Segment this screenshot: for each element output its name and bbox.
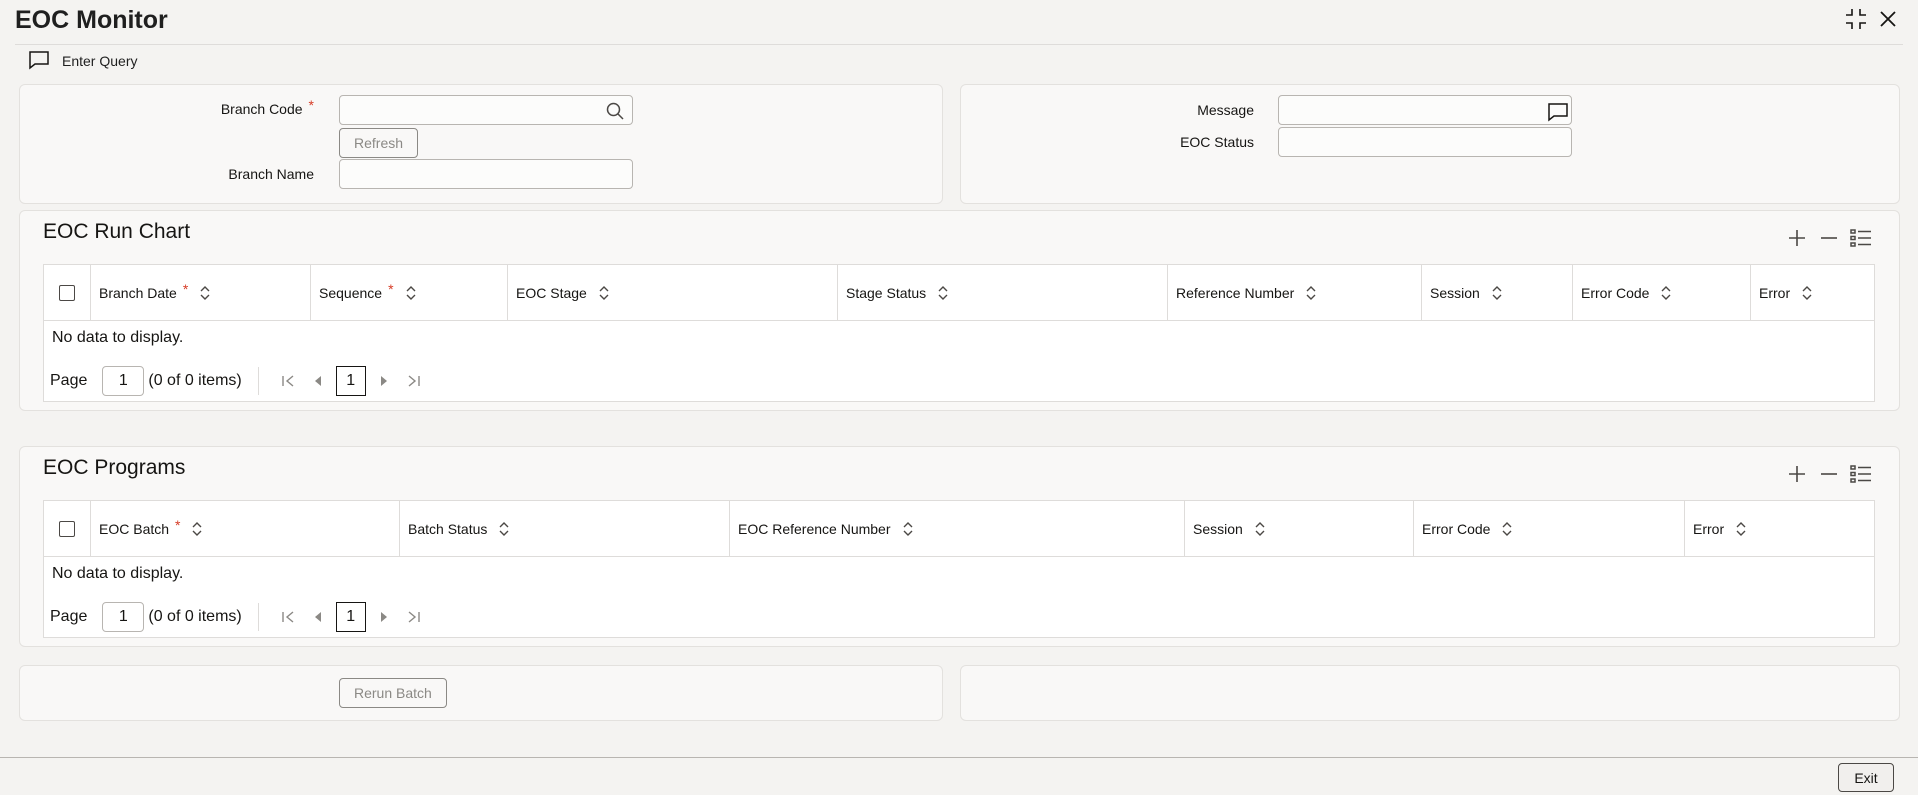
delete-row-icon[interactable] bbox=[1817, 226, 1841, 250]
sort-icon[interactable] bbox=[1492, 285, 1502, 301]
message-icon[interactable] bbox=[1547, 102, 1568, 122]
exit-button[interactable]: Exit bbox=[1838, 763, 1894, 792]
run-chart-title: EOC Run Chart bbox=[43, 220, 191, 243]
select-all-checkbox[interactable] bbox=[59, 520, 75, 537]
enter-query-label: Enter Query bbox=[62, 53, 138, 69]
search-icon[interactable] bbox=[606, 102, 624, 120]
branch-code-label: Branch Code * bbox=[220, 97, 314, 117]
next-page-icon[interactable] bbox=[372, 369, 396, 393]
first-page-icon[interactable] bbox=[276, 605, 300, 629]
run-chart-header-row: Branch Date * Sequence * EOC Stage Stage S… bbox=[44, 265, 1874, 321]
run-chart-actions bbox=[1785, 226, 1873, 250]
branch-name-field[interactable] bbox=[339, 159, 633, 189]
sort-icon[interactable] bbox=[903, 521, 913, 537]
programs-table: EOC Batch * Batch Status EOC Reference Nu… bbox=[43, 500, 1875, 638]
empty-message: No data to display. bbox=[52, 329, 184, 346]
sort-icon[interactable] bbox=[200, 285, 210, 301]
last-page-icon[interactable] bbox=[402, 605, 426, 629]
required-indicator: * bbox=[308, 97, 314, 113]
eoc-status-label: EOC Status bbox=[1180, 134, 1254, 150]
column-header-branch-date[interactable]: Branch Date * bbox=[90, 265, 310, 320]
last-page-icon[interactable] bbox=[402, 369, 426, 393]
current-page[interactable]: 1 bbox=[335, 366, 366, 396]
add-row-icon[interactable] bbox=[1785, 462, 1809, 486]
sort-icon[interactable] bbox=[406, 285, 416, 301]
programs-header-row: EOC Batch * Batch Status EOC Reference Nu… bbox=[44, 501, 1874, 557]
refresh-button[interactable]: Refresh bbox=[339, 128, 419, 158]
empty-message: No data to display. bbox=[52, 565, 184, 582]
column-header-session[interactable]: Session bbox=[1184, 501, 1413, 556]
sort-icon[interactable] bbox=[499, 521, 509, 537]
delete-row-icon[interactable] bbox=[1817, 462, 1841, 486]
rerun-panel bbox=[19, 665, 943, 721]
column-header-error[interactable]: Error bbox=[1684, 501, 1874, 556]
branch-name-input[interactable] bbox=[340, 160, 632, 188]
list-view-icon[interactable] bbox=[1849, 462, 1873, 486]
add-row-icon[interactable] bbox=[1785, 226, 1809, 250]
page-number-input[interactable]: 1 bbox=[102, 602, 145, 632]
column-header-eoc-stage[interactable]: EOC Stage bbox=[507, 265, 837, 320]
column-header-error-code[interactable]: Error Code bbox=[1413, 501, 1684, 556]
column-header-stage-status[interactable]: Stage Status bbox=[837, 265, 1167, 320]
message-input[interactable] bbox=[1279, 96, 1571, 124]
rerun-batch-button[interactable]: Rerun Batch bbox=[339, 678, 447, 708]
programs-title: EOC Programs bbox=[43, 456, 186, 479]
item-count: (0 of 0 items) bbox=[148, 608, 242, 625]
enter-query-button[interactable]: Enter Query bbox=[28, 50, 137, 72]
message-label: Message bbox=[1197, 102, 1254, 118]
item-count: (0 of 0 items) bbox=[148, 372, 242, 389]
next-page-icon[interactable] bbox=[372, 605, 396, 629]
column-header-reference-number[interactable]: Reference Number bbox=[1167, 265, 1421, 320]
select-all-checkbox[interactable] bbox=[59, 284, 75, 301]
page-label: Page bbox=[50, 608, 88, 625]
first-page-icon[interactable] bbox=[276, 369, 300, 393]
sort-icon[interactable] bbox=[192, 521, 202, 537]
column-header-error-code[interactable]: Error Code bbox=[1572, 265, 1750, 320]
current-page[interactable]: 1 bbox=[335, 602, 366, 632]
eoc-status-input[interactable] bbox=[1279, 128, 1571, 156]
sort-icon[interactable] bbox=[938, 285, 948, 301]
run-chart-pagination: Page 1 (0 of 0 items) 1 bbox=[50, 365, 429, 397]
column-header-sequence[interactable]: Sequence * bbox=[310, 265, 507, 320]
column-header-eoc-reference-number[interactable]: EOC Reference Number bbox=[729, 501, 1184, 556]
collapse-icon[interactable] bbox=[1843, 6, 1869, 32]
column-header-session[interactable]: Session bbox=[1421, 265, 1572, 320]
sort-icon[interactable] bbox=[1802, 285, 1812, 301]
comment-icon bbox=[28, 50, 50, 73]
column-header-error[interactable]: Error bbox=[1750, 265, 1874, 320]
required-indicator: * bbox=[175, 516, 181, 533]
programs-pagination: Page 1 (0 of 0 items) 1 bbox=[50, 601, 429, 633]
page-number-input[interactable]: 1 bbox=[102, 366, 145, 396]
previous-page-icon[interactable] bbox=[306, 369, 330, 393]
run-chart-table: Branch Date * Sequence * EOC Stage Stage S… bbox=[43, 264, 1875, 402]
programs-actions bbox=[1785, 462, 1873, 486]
required-indicator: * bbox=[388, 280, 394, 297]
footer-right-panel bbox=[960, 665, 1900, 721]
sort-icon[interactable] bbox=[1661, 285, 1671, 301]
sort-icon[interactable] bbox=[1306, 285, 1316, 301]
close-icon[interactable] bbox=[1875, 6, 1901, 32]
footer-divider bbox=[0, 757, 1918, 758]
branch-name-label: Branch Name bbox=[228, 166, 314, 182]
column-header-eoc-batch[interactable]: EOC Batch * bbox=[90, 501, 399, 556]
message-field[interactable] bbox=[1278, 95, 1572, 125]
column-header-batch-status[interactable]: Batch Status bbox=[399, 501, 729, 556]
select-all-cell bbox=[44, 501, 90, 556]
eoc-status-field[interactable] bbox=[1278, 127, 1572, 157]
list-view-icon[interactable] bbox=[1849, 226, 1873, 250]
page-label: Page bbox=[50, 372, 88, 389]
branch-code-field[interactable] bbox=[339, 95, 633, 125]
previous-page-icon[interactable] bbox=[306, 605, 330, 629]
title-divider bbox=[15, 44, 1903, 45]
sort-icon[interactable] bbox=[599, 285, 609, 301]
sort-icon[interactable] bbox=[1502, 521, 1512, 537]
page-title: EOC Monitor bbox=[15, 6, 168, 34]
sort-icon[interactable] bbox=[1736, 521, 1746, 537]
select-all-cell bbox=[44, 265, 90, 320]
required-indicator: * bbox=[182, 280, 189, 297]
branch-code-input[interactable] bbox=[340, 96, 632, 124]
sort-icon[interactable] bbox=[1255, 521, 1265, 537]
